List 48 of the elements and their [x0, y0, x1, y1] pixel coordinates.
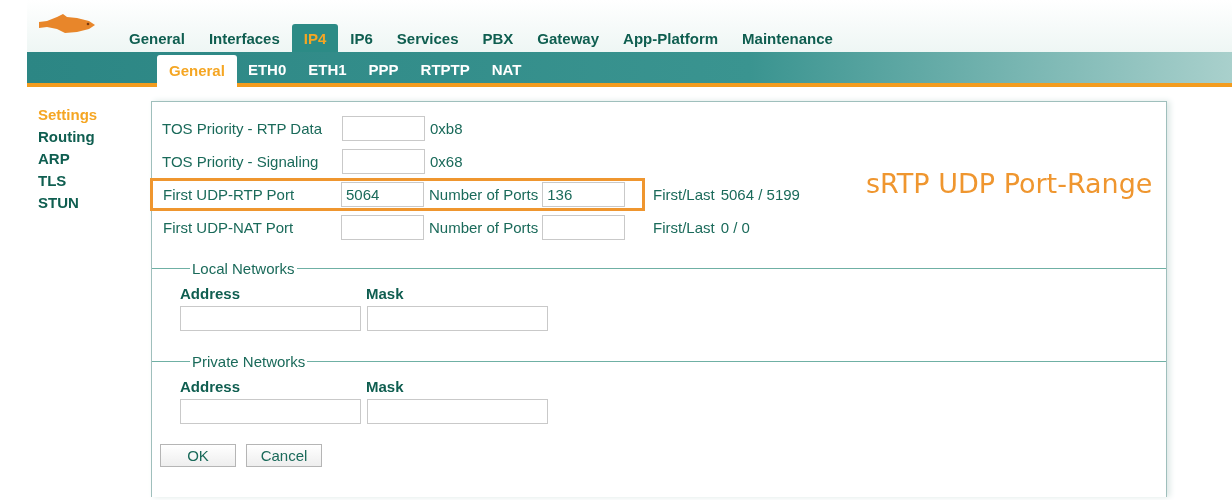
input-field[interactable] — [542, 215, 626, 240]
sub-tab[interactable]: RTPTP — [409, 55, 481, 87]
sub-tab[interactable]: ETH0 — [236, 55, 298, 87]
sidebar-item[interactable]: TLS — [38, 170, 151, 192]
sub-tab[interactable]: ETH1 — [297, 55, 358, 87]
hint-text: 0xb8 — [430, 120, 463, 137]
field-label: First UDP-RTP Port — [163, 186, 296, 203]
sub-tab[interactable]: NAT — [480, 55, 533, 87]
input-field[interactable] — [180, 399, 361, 424]
column-header: Address — [180, 378, 242, 397]
sidebar-item[interactable]: ARP — [38, 148, 151, 170]
nav-tab[interactable]: Interfaces — [196, 24, 292, 52]
input-field[interactable] — [367, 399, 548, 424]
column-header: Mask — [366, 285, 405, 304]
cancel-button[interactable]: Cancel — [246, 444, 322, 467]
input-field[interactable] — [342, 116, 425, 141]
column-header: Mask — [366, 378, 405, 397]
section-legend: Local Networks — [190, 260, 297, 277]
nav-tab[interactable]: Services — [384, 24, 471, 52]
nav-tab[interactable]: App-Platform — [611, 24, 731, 52]
hint-text: 0x68 — [430, 153, 463, 170]
field-label: First/Last — [653, 219, 715, 236]
field-label: Number of Ports — [428, 219, 540, 236]
fish-logo-icon — [37, 13, 97, 35]
range-value: 0 / 0 — [720, 219, 750, 236]
input-field[interactable] — [342, 149, 425, 174]
input-field[interactable] — [367, 306, 548, 331]
field-label: Number of Ports — [428, 186, 540, 203]
ok-button[interactable]: OK — [160, 444, 236, 467]
nav-tab[interactable]: General — [117, 24, 197, 52]
sub-tab[interactable]: PPP — [357, 55, 410, 87]
input-field[interactable]: 5064 — [341, 182, 424, 207]
column-header: Address — [180, 285, 242, 304]
field-label: First UDP-NAT Port — [163, 219, 295, 236]
field-label: TOS Priority - RTP Data — [161, 120, 324, 137]
input-field[interactable] — [341, 215, 424, 240]
range-value: 5064 / 5199 — [720, 186, 800, 203]
nav-tab[interactable]: Maintenance — [730, 24, 845, 52]
sidebar-item[interactable]: Routing — [38, 126, 151, 148]
field-label: TOS Priority - Signaling — [161, 153, 320, 170]
nav-tab[interactable]: PBX — [470, 24, 526, 52]
field-label: First/Last — [653, 186, 715, 203]
input-field[interactable]: 136 — [542, 182, 626, 207]
sidebar-item[interactable]: STUN — [38, 192, 151, 214]
input-field[interactable] — [180, 306, 361, 331]
nav-tab[interactable]: IP6 — [338, 24, 385, 52]
nav-tab[interactable]: Gateway — [525, 24, 612, 52]
section-legend: Private Networks — [190, 353, 308, 370]
